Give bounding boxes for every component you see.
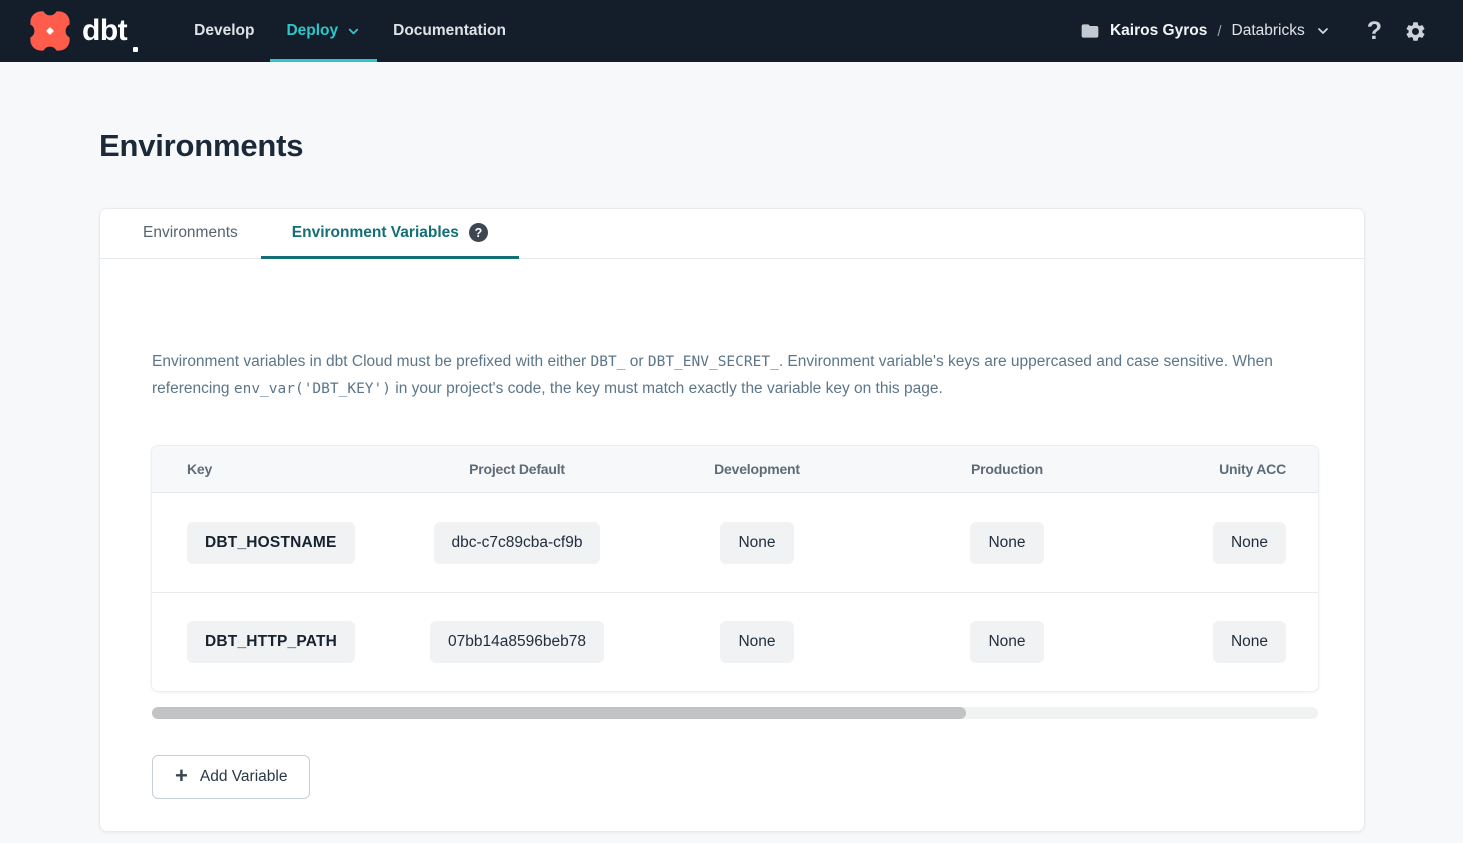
plus-icon: + (175, 765, 188, 787)
dbt-logo-icon (28, 11, 72, 51)
key-chip[interactable]: DBT_HOSTNAME (187, 522, 355, 564)
description-text: Environment variables in dbt Cloud must … (152, 353, 591, 370)
column-header: Production (971, 461, 1043, 477)
key-chip[interactable]: DBT_HTTP_PATH (187, 621, 355, 663)
nav-item-documentation[interactable]: Documentation (377, 0, 522, 62)
value-chip[interactable]: 07bb14a8596beb78 (430, 621, 604, 663)
value-chip[interactable]: None (720, 522, 793, 564)
value-chip[interactable]: None (970, 621, 1043, 663)
inline-code: DBT_ENV_SECRET_ (648, 354, 779, 370)
horizontal-scrollbar[interactable] (152, 707, 1318, 719)
page-title: Environments (99, 128, 1365, 164)
help-icon[interactable]: ? (1367, 19, 1382, 44)
gear-icon[interactable] (1404, 20, 1427, 43)
chevron-down-icon (346, 24, 361, 39)
breadcrumb-separator: / (1217, 23, 1221, 40)
top-navbar: dbt Develop Deploy Documentation Kairos … (0, 0, 1463, 62)
tab-bar: Environments Environment Variables ? (100, 209, 1364, 259)
primary-nav: Develop Deploy Documentation (178, 0, 522, 62)
value-chip[interactable]: dbc-c7c89cba-cf9b (434, 522, 601, 564)
project-switcher[interactable]: Kairos Gyros / Databricks (1080, 21, 1331, 41)
nav-item-deploy-label: Deploy (286, 22, 338, 40)
account-name: Kairos Gyros (1110, 22, 1207, 40)
value-chip[interactable]: None (1213, 522, 1286, 564)
environments-card: Environments Environment Variables ? Env… (99, 208, 1365, 832)
env-var-description: Environment variables in dbt Cloud must … (152, 349, 1316, 402)
navbar-right: Kairos Gyros / Databricks ? (1080, 0, 1427, 62)
column-header: Unity ACC (1219, 461, 1318, 477)
brand-wordmark: dbt (82, 16, 127, 46)
chevron-down-icon (1315, 23, 1331, 39)
description-text: in your project's code, the key must mat… (391, 380, 943, 397)
table-body: DBT_HOSTNAME dbc-c7c89cba-cf9b None None Non… (152, 493, 1318, 691)
tab-content: Environment variables in dbt Cloud must … (100, 259, 1364, 831)
project-name: Databricks (1232, 22, 1305, 40)
inline-code: env_var('DBT_KEY') (234, 381, 391, 397)
column-header: Development (714, 461, 800, 477)
main-content: Environments Environments Environment Va… (0, 62, 1463, 832)
add-variable-label: Add Variable (200, 768, 288, 786)
folder-icon (1080, 21, 1100, 41)
tab-environment-variables-label: Environment Variables (292, 224, 459, 242)
help-badge-icon[interactable]: ? (469, 223, 488, 242)
value-chip[interactable]: None (720, 621, 793, 663)
tab-environments[interactable]: Environments (120, 209, 261, 259)
inline-code: DBT_ (591, 354, 626, 370)
table-row: DBT_HTTP_PATH 07bb14a8596beb78 None None Non… (152, 592, 1318, 691)
table-row: DBT_HOSTNAME dbc-c7c89cba-cf9b None None Non… (152, 493, 1318, 592)
nav-item-deploy[interactable]: Deploy (270, 0, 377, 62)
env-var-table: Key Project Default Development Production U… (152, 446, 1318, 691)
description-text: or (625, 353, 647, 370)
scrollbar-thumb[interactable] (152, 707, 966, 719)
column-header: Project Default (469, 461, 565, 477)
table-header: Key Project Default Development Production U… (152, 446, 1318, 493)
value-chip[interactable]: None (1213, 621, 1286, 663)
brand-trademark-dot (133, 47, 138, 52)
tab-environment-variables[interactable]: Environment Variables ? (261, 209, 519, 259)
nav-item-develop[interactable]: Develop (178, 0, 270, 62)
dbt-logo[interactable]: dbt (28, 0, 138, 62)
add-variable-button[interactable]: + Add Variable (152, 755, 310, 799)
column-header: Key (152, 461, 212, 477)
value-chip[interactable]: None (970, 522, 1043, 564)
